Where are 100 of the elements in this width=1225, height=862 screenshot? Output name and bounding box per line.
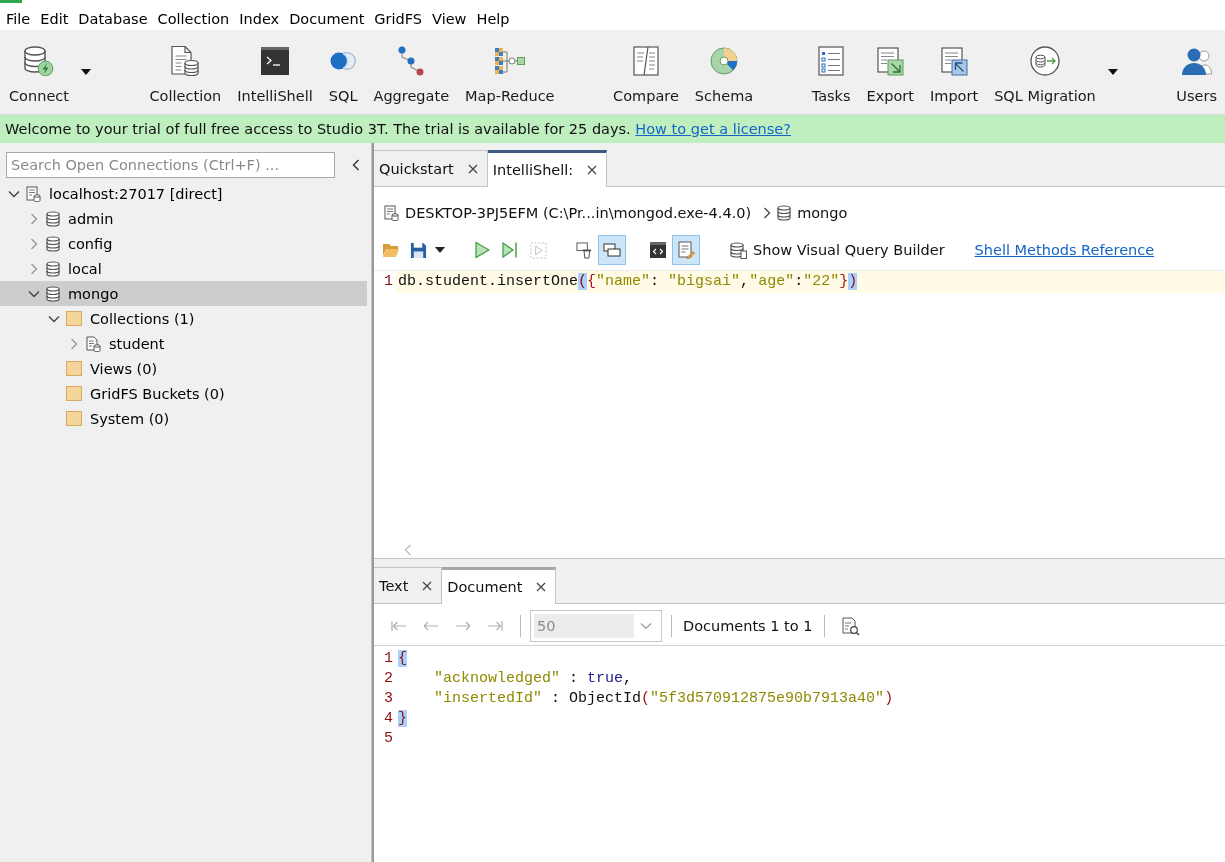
chevron-right-icon[interactable] [30, 237, 38, 250]
menu-item[interactable]: Help [471, 9, 515, 29]
chevron-down-icon[interactable] [28, 289, 40, 298]
play-selection-icon [529, 241, 547, 259]
caret-icon [435, 247, 445, 253]
menu-item[interactable]: GridFS [369, 9, 428, 29]
menu-item[interactable]: File [1, 9, 36, 29]
license-link[interactable]: How to get a license? [635, 121, 791, 137]
document-icon [86, 335, 101, 352]
split-document-icon [632, 46, 659, 76]
database-bolt-icon [24, 46, 54, 76]
tab[interactable]: Text [374, 567, 443, 603]
document-database-icon [171, 46, 200, 76]
toolbar-button[interactable]: Schema [686, 30, 762, 105]
reference-link[interactable]: Shell Methods Reference [974, 242, 1155, 258]
toolbar-button[interactable]: Import [922, 30, 987, 105]
database-icon [46, 260, 60, 277]
close-icon[interactable] [536, 582, 547, 592]
menu-item[interactable]: Index [234, 9, 285, 29]
toolbar-button[interactable]: Aggregate [365, 30, 458, 105]
caret-icon [80, 69, 91, 75]
menu-item[interactable]: View [427, 9, 472, 29]
terminal-icon [261, 47, 289, 75]
tree-item[interactable]: Collections (1) [0, 306, 367, 331]
tree-item[interactable]: config [0, 231, 367, 256]
folder-icon [66, 311, 82, 326]
line-number: 3 [383, 689, 394, 709]
flow-diagram-icon [494, 47, 526, 75]
database-icon [46, 285, 60, 302]
tree-item[interactable]: System (0) [0, 406, 367, 431]
chevron-down-icon[interactable] [48, 314, 60, 323]
code-window-icon [650, 242, 666, 258]
tree-item[interactable]: GridFS Buckets (0) [0, 381, 367, 406]
toolbar-button[interactable]: Connect [1, 30, 99, 105]
document-range-label: Documents 1 to 1 [682, 618, 814, 634]
tree-item[interactable]: Views (0) [0, 356, 367, 381]
tree-item[interactable]: mongo [0, 281, 367, 306]
line-number: 2 [383, 669, 394, 689]
tab[interactable]: Quickstart [374, 150, 488, 186]
menu-item[interactable]: Edit [35, 9, 74, 29]
chevron-right-icon[interactable] [30, 212, 38, 225]
query-builder-button[interactable]: Show Visual Query Builder [726, 241, 949, 259]
stacked-windows-icon [603, 243, 621, 257]
play-icon [474, 241, 490, 259]
line-number: 1 [383, 649, 394, 669]
close-icon[interactable] [587, 165, 598, 175]
chevron-right-icon[interactable] [30, 262, 38, 275]
database-icon [730, 241, 747, 259]
chevron-down-icon [640, 622, 652, 630]
tree-item[interactable]: localhost:27017 [direct] [0, 181, 367, 206]
trial-message: Welcome to your trial of full free access to Studio 3T. The trial is available for 25 days. How to get a license? [5, 121, 791, 137]
toolbar-button[interactable]: Export [858, 30, 922, 105]
line-number: 5 [383, 729, 394, 749]
next-icon [455, 620, 471, 632]
chevron-right-icon[interactable] [70, 337, 78, 350]
document-search-icon [841, 616, 860, 636]
save-icon [410, 241, 427, 259]
connection-label[interactable]: DESKTOP-3PJ5EFM (C:\Pr...in\mongod.exe-4.4.0) [405, 205, 752, 221]
toolbar-button[interactable]: Compare [605, 30, 687, 105]
chevron-down-icon[interactable] [8, 189, 20, 198]
database-icon [46, 235, 60, 252]
users-icon [1181, 46, 1213, 76]
code-line: "acknowledged" : true, [433, 669, 633, 689]
chevron-left-icon[interactable] [404, 543, 412, 556]
menu-item[interactable]: Document [284, 9, 370, 29]
app-icon [0, 0, 22, 3]
pie-chart-icon [710, 47, 738, 75]
close-icon[interactable] [422, 580, 433, 591]
server-icon [26, 185, 41, 202]
toolbar-button[interactable]: SQL Migration [986, 30, 1126, 105]
toolbar-button[interactable]: IntelliShell [229, 30, 321, 105]
search-field[interactable]: Search Open Connections (Ctrl+F) ... [6, 152, 335, 178]
menu-item[interactable]: Collection [152, 9, 235, 29]
tree-item[interactable]: student [0, 331, 367, 356]
database-icon [46, 210, 60, 227]
line-number: 4 [383, 709, 394, 729]
toolbar-button[interactable]: Users [1168, 30, 1225, 105]
trash-icon [575, 241, 593, 259]
toolbar-button[interactable]: Collection [141, 30, 230, 105]
tab[interactable]: IntelliShell: [487, 150, 608, 187]
tree-item[interactable]: local [0, 256, 367, 281]
folder-icon [66, 361, 82, 376]
folder-icon [66, 411, 82, 426]
tree-item[interactable]: admin [0, 206, 367, 231]
tab[interactable]: Document [442, 567, 557, 604]
document-edit-icon [677, 241, 695, 259]
database-label[interactable]: mongo [797, 205, 848, 221]
toolbar-button[interactable]: Tasks [803, 30, 859, 105]
document-export-icon [876, 46, 904, 76]
chevron-right-icon [763, 207, 772, 219]
toolbar-button[interactable]: Map-Reduce [457, 30, 563, 105]
list-icon [818, 46, 845, 76]
close-icon[interactable] [467, 163, 478, 174]
folder-open-icon [382, 242, 400, 258]
code-line: "insertedId" : ObjectId("5f3d570912875e90b7913a40") [433, 689, 894, 709]
menu-item[interactable]: Database [73, 9, 153, 29]
toolbar-button[interactable]: SQL [320, 30, 366, 105]
database-icon [777, 205, 792, 221]
folder-icon [66, 386, 82, 401]
connected-dots-icon [398, 46, 425, 76]
